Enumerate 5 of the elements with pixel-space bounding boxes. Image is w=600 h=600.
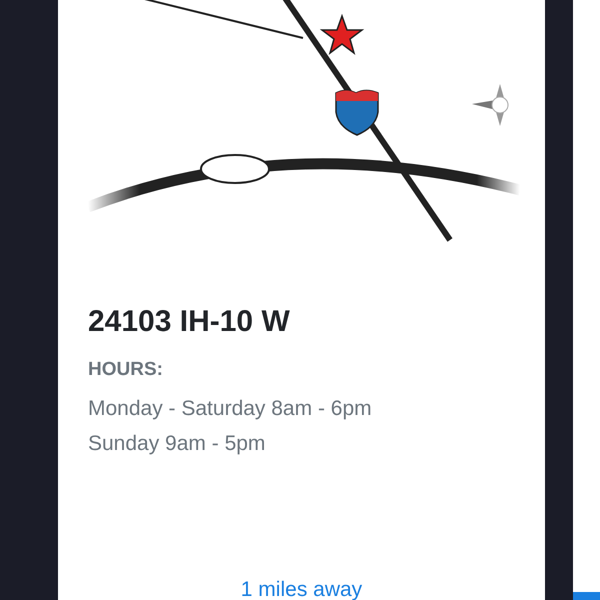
hours-label: HOURS: — [88, 359, 164, 381]
address-title: 24103 IH-10 W — [88, 305, 291, 339]
hours-text: Monday - Saturday 8am - 6pm — [88, 396, 373, 422]
hours-text: Sunday 9am - 5pm — [88, 431, 266, 457]
distance-link[interactable]: 1 miles away — [240, 580, 362, 600]
